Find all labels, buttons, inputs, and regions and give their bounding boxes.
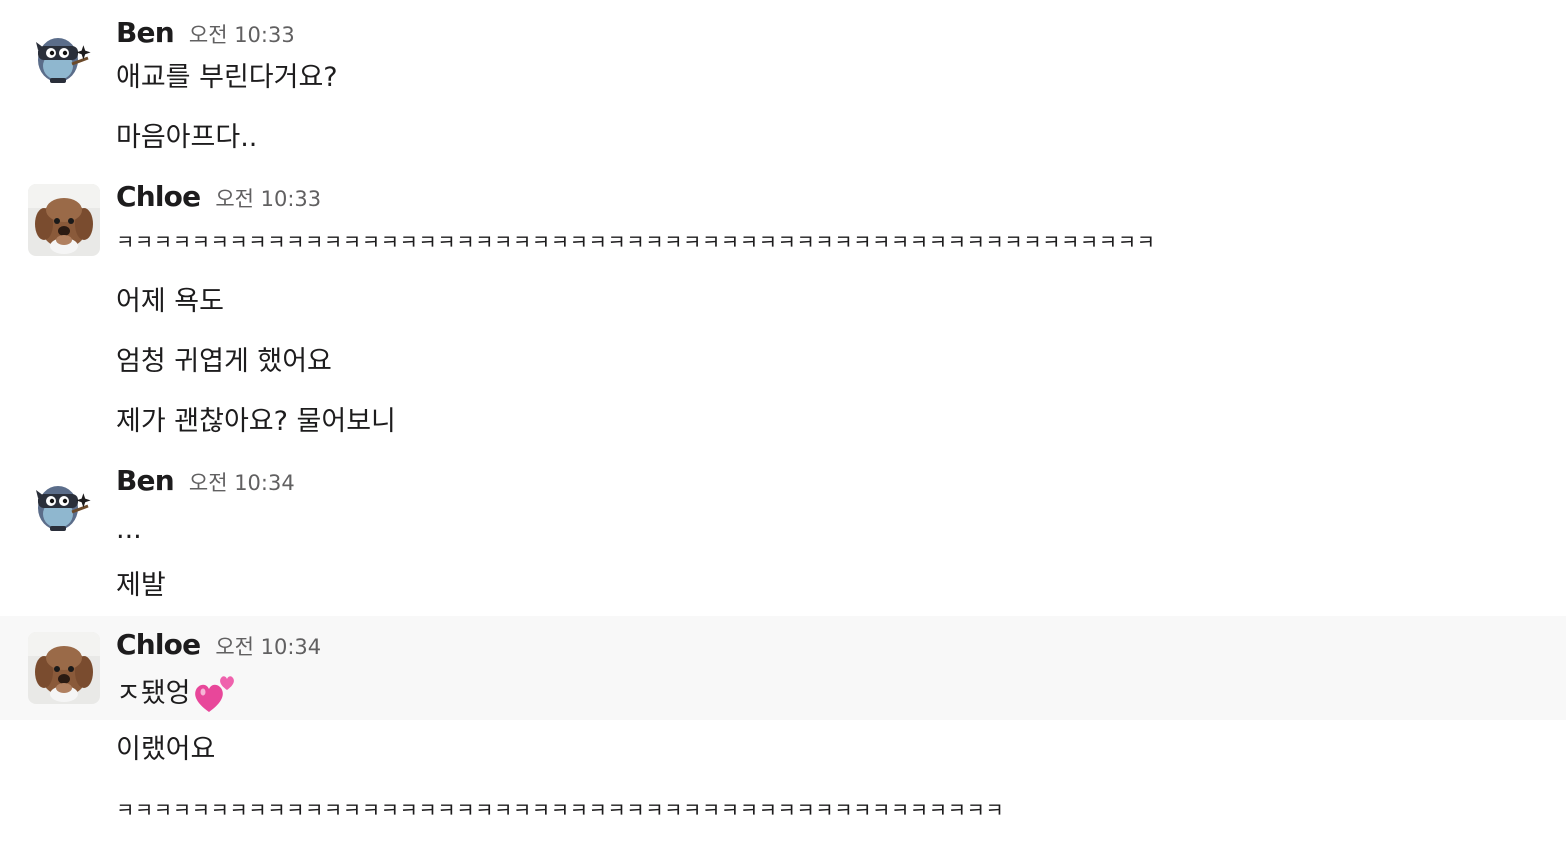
message-header: Chloe 오전 10:34 (116, 628, 321, 668)
message-text: ㅈ됐엉 (116, 678, 191, 709)
message-group: Ben 오전 10:34 ... 제발 (0, 460, 1566, 612)
message-header: Ben 오전 10:33 (116, 16, 295, 56)
two-hearts-emoji-icon (193, 672, 239, 714)
message-header: Chloe 오전 10:33 (116, 180, 321, 220)
ninja-mascot-icon (28, 468, 100, 540)
message-text: 어제 욕도 (116, 286, 224, 317)
timestamp[interactable]: 오전 10:33 (189, 19, 295, 49)
ninja-mascot-icon (28, 20, 100, 92)
message-text: 이랬어요 (116, 734, 216, 765)
message-text-with-emoji: ㅈ됐엉 (116, 672, 239, 712)
message-group: Ben 오전 10:33 애교를 부린다거요? 마음아프다.. (0, 12, 1566, 164)
chloe-avatar[interactable] (28, 184, 100, 256)
ben-avatar[interactable] (28, 468, 100, 540)
sender-name[interactable]: Chloe (116, 628, 201, 661)
timestamp[interactable]: 오전 10:34 (215, 631, 321, 661)
dog-icon (28, 184, 100, 256)
timestamp[interactable]: 오전 10:33 (215, 183, 321, 213)
message-group: Chloe 오전 10:33 ㅋㅋㅋㅋㅋㅋㅋㅋㅋㅋㅋㅋㅋㅋㅋㅋㅋㅋㅋㅋㅋㅋㅋㅋㅋ… (0, 176, 1566, 448)
sender-name[interactable]: Ben (116, 464, 175, 497)
message-list: Ben 오전 10:33 애교를 부린다거요? 마음아프다.. Chloe 오전… (0, 0, 1566, 854)
dog-icon (28, 632, 100, 704)
message-text: ... (116, 514, 142, 545)
message-text: 애교를 부린다거요? (116, 62, 338, 93)
message-text: 마음아프다.. (116, 122, 258, 153)
message-text: 제가 괜찮아요? 물어보니 (116, 406, 396, 437)
message-row-hovered[interactable]: Chloe 오전 10:34 ㅈ됐엉 (0, 616, 1566, 720)
sender-name[interactable]: Chloe (116, 180, 201, 213)
timestamp[interactable]: 오전 10:34 (189, 467, 295, 497)
message-text: 제발 (116, 570, 166, 601)
message-text: ㅋㅋㅋㅋㅋㅋㅋㅋㅋㅋㅋㅋㅋㅋㅋㅋㅋㅋㅋㅋㅋㅋㅋㅋㅋㅋㅋㅋㅋㅋㅋㅋㅋㅋㅋㅋㅋㅋㅋㅋ… (116, 798, 1005, 822)
sender-name[interactable]: Ben (116, 16, 175, 49)
message-header: Ben 오전 10:34 (116, 464, 295, 504)
chloe-avatar[interactable] (28, 632, 100, 704)
message-text: ㅋㅋㅋㅋㅋㅋㅋㅋㅋㅋㅋㅋㅋㅋㅋㅋㅋㅋㅋㅋㅋㅋㅋㅋㅋㅋㅋㅋㅋㅋㅋㅋㅋㅋㅋㅋㅋㅋㅋㅋ… (116, 230, 1156, 254)
message-text: 엄청 귀엽게 했어요 (116, 346, 332, 377)
ben-avatar[interactable] (28, 20, 100, 92)
